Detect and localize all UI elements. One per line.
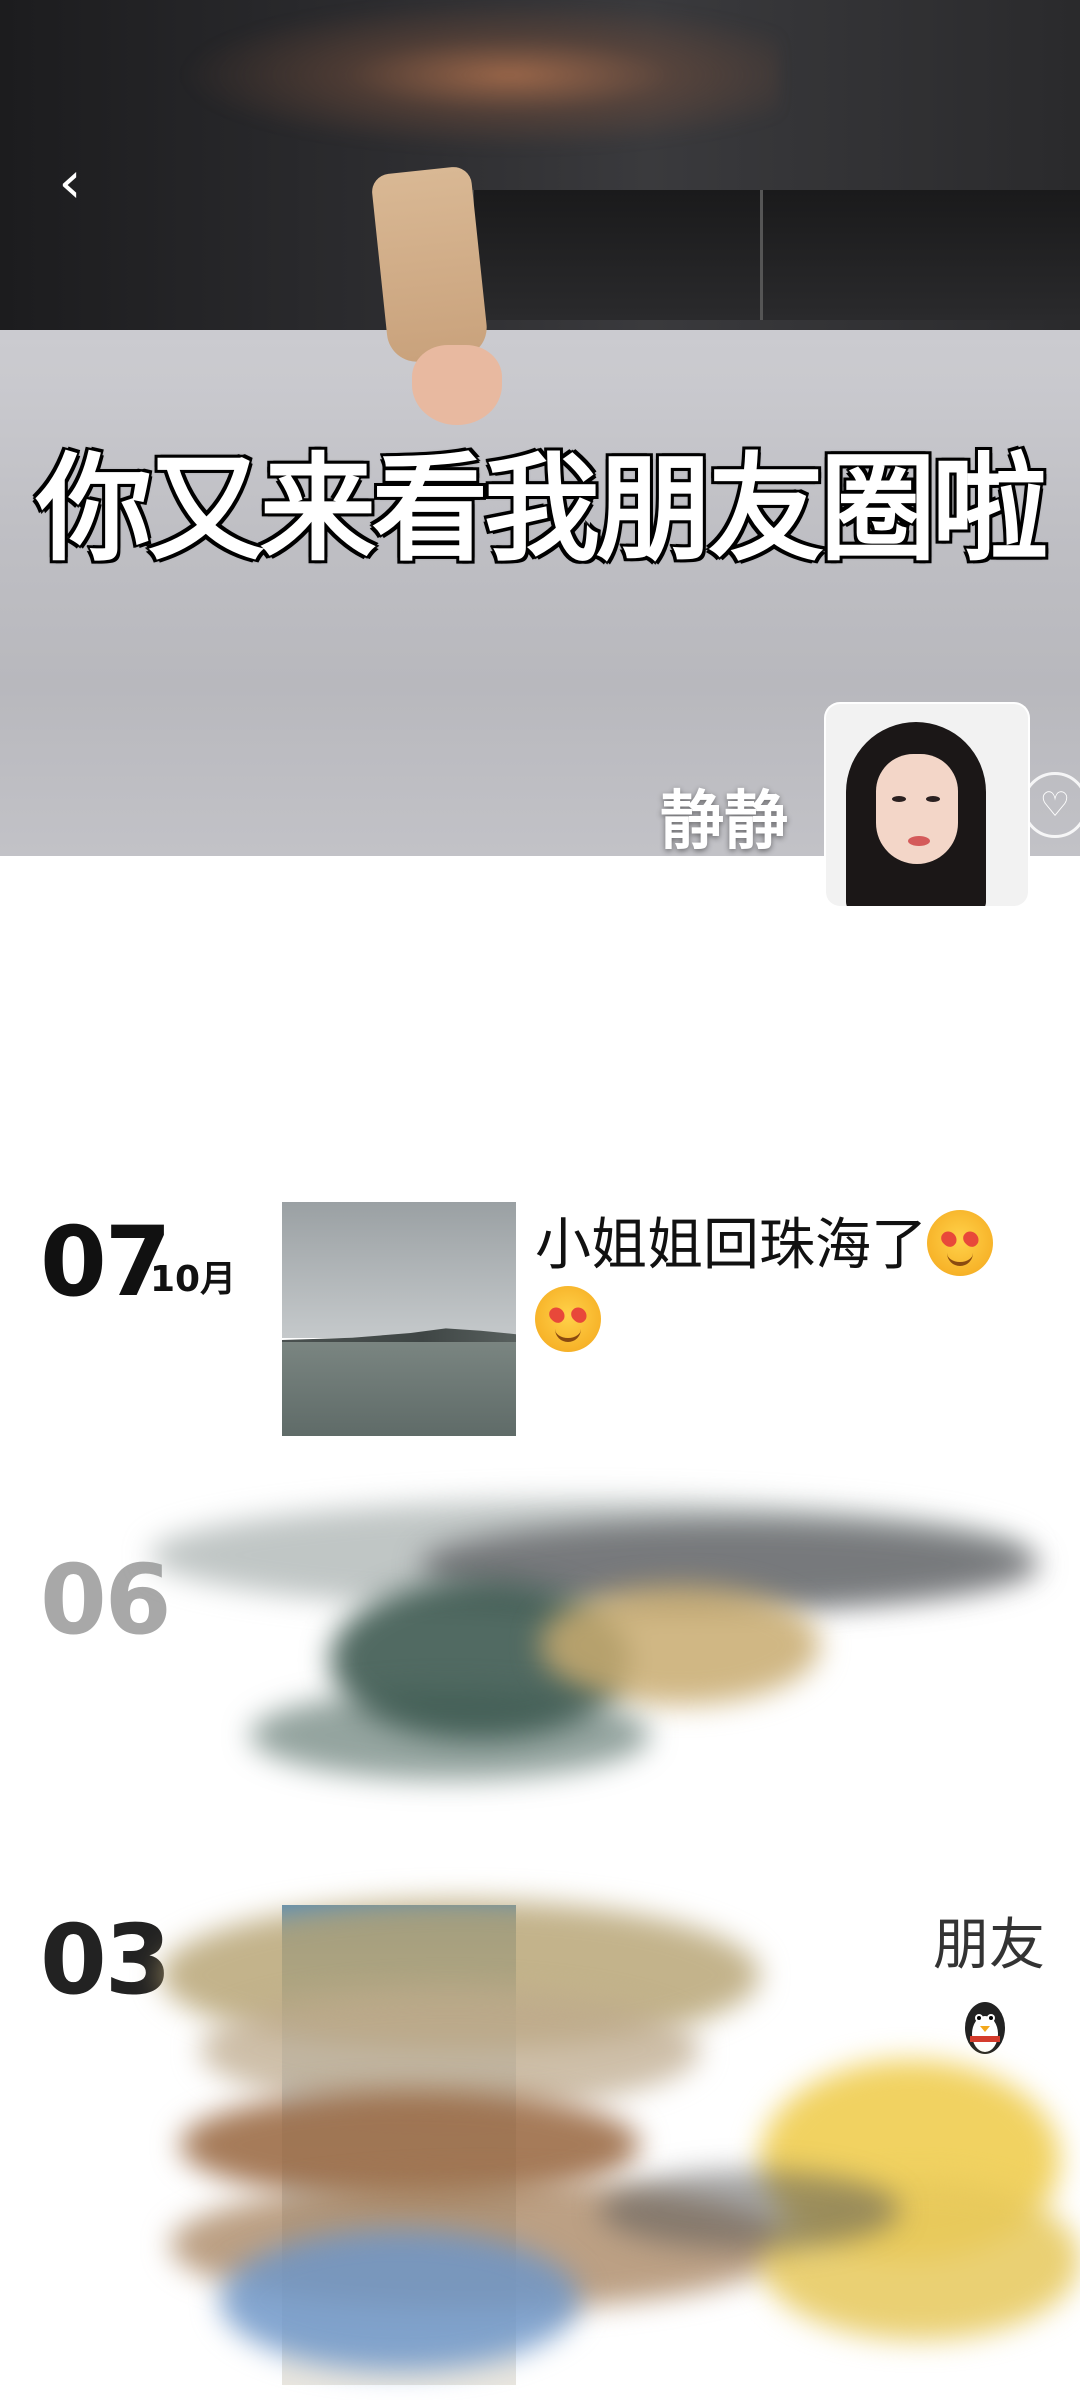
post-text: 小姐姐回珠海了 [535,1208,1045,1360]
blur-region [600,2170,900,2250]
blur-region [250,1690,650,1780]
cover-hand [412,345,502,425]
penguin-emoji-icon [950,1990,1020,2060]
cover-caption: 你又来看我朋友圈啦 [34,440,1050,579]
star-struck-emoji-icon [927,1210,993,1276]
post-day: 06 [40,1544,172,1656]
post-month: 10月 [150,1259,237,1300]
heart-icon[interactable]: ♡ [1022,772,1080,838]
blur-region [540,1585,820,1705]
cover-window [760,190,1080,320]
star-struck-emoji-icon [535,1286,601,1352]
profile-username: 静静 [660,785,788,856]
avatar[interactable] [826,704,1028,906]
back-button[interactable]: ‹ [40,152,100,212]
blur-region [220,2230,580,2370]
cover-blur-region [180,0,780,150]
post-thumbnail[interactable] [282,1202,516,1436]
post-day: 03 [40,1904,172,2016]
cover-arm [370,165,490,365]
chevron-left-icon: ‹ [58,148,82,216]
